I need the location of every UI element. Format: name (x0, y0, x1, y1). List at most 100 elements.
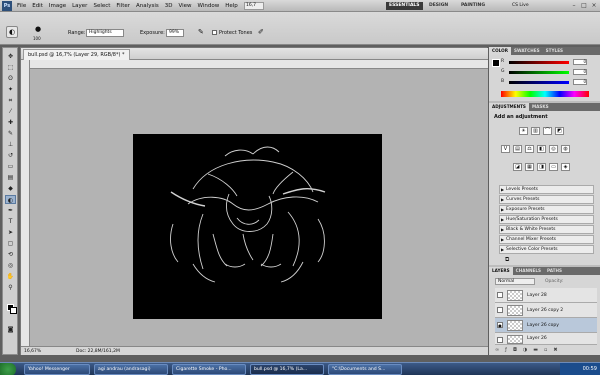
3d-rotate-tool-icon[interactable]: ⟲ (5, 250, 16, 259)
task-chat[interactable]: agi andrau (andrasagi) (94, 364, 168, 375)
visibility-toggle[interactable] (497, 337, 503, 343)
menu-help[interactable]: Help (222, 0, 241, 12)
start-button[interactable] (0, 363, 16, 375)
canvas-area[interactable] (30, 69, 488, 346)
close-icon[interactable]: × (590, 1, 598, 10)
menu-view[interactable]: View (175, 0, 194, 12)
clip-icon[interactable]: ⧉ (505, 256, 509, 264)
tab-channels[interactable]: CHANNELS (513, 267, 544, 275)
tab-styles[interactable]: STYLES (543, 47, 566, 55)
preset-hue-saturation[interactable]: Hue/Saturation Presets (499, 215, 594, 224)
hue-saturation-icon[interactable]: ▤ (513, 145, 522, 153)
color-slider-g[interactable]: G 0 (501, 69, 593, 76)
slider-g-value[interactable]: 0 (573, 69, 587, 75)
zoom-level[interactable]: 16,67% (24, 347, 41, 356)
preset-curves[interactable]: Curves Presets (499, 195, 594, 204)
slider-r-value[interactable]: 0 (573, 59, 587, 65)
black-white-icon[interactable]: ◧ (537, 145, 546, 153)
healing-brush-tool-icon[interactable]: ✚ (5, 118, 16, 127)
workspace-essentials[interactable]: ESSENTIALS (386, 2, 423, 10)
brightness-icon[interactable]: ☀ (519, 127, 528, 135)
pen-tool-icon[interactable]: ✒ (5, 206, 16, 215)
exposure-input[interactable]: 99% (166, 29, 184, 37)
menu-3d[interactable]: 3D (162, 0, 176, 12)
brush-preview-icon[interactable]: ● (32, 25, 44, 35)
layer-row[interactable]: Layer 28 (495, 288, 597, 303)
blend-mode-select[interactable]: Normal (495, 278, 535, 285)
channel-mixer-icon[interactable]: ◍ (561, 145, 570, 153)
visibility-toggle[interactable] (497, 292, 503, 298)
mask-icon[interactable]: ◘ (513, 347, 523, 353)
vibrance-icon[interactable]: V (501, 145, 510, 153)
maximize-icon[interactable]: □ (580, 1, 588, 10)
threshold-icon[interactable]: ◨ (537, 163, 546, 171)
range-select[interactable]: Highlights (86, 29, 124, 37)
invert-icon[interactable]: ◪ (513, 163, 522, 171)
curves-icon[interactable]: ⌒ (543, 127, 552, 135)
menu-analysis[interactable]: Analysis (133, 0, 162, 12)
move-tool-icon[interactable]: ✥ (5, 52, 16, 61)
color-swatch-fg[interactable] (492, 59, 500, 67)
preset-exposure[interactable]: Exposure Presets (499, 205, 594, 214)
menu-window[interactable]: Window (195, 0, 223, 12)
menu-file[interactable]: File (14, 0, 29, 12)
eyedropper-tool-icon[interactable]: ⁄ (5, 107, 16, 116)
airbrush-icon[interactable]: ✎ (198, 28, 206, 37)
gradient-tool-icon[interactable]: ▤ (5, 173, 16, 182)
3d-orbit-tool-icon[interactable]: ◎ (5, 261, 16, 270)
preset-channel-mixer[interactable]: Channel Mixer Presets (499, 235, 594, 244)
slider-b-value[interactable]: 0 (573, 79, 587, 85)
menu-image[interactable]: Image (46, 0, 69, 12)
blur-tool-icon[interactable]: ◆ (5, 184, 16, 193)
menu-select[interactable]: Select (90, 0, 113, 12)
color-spectrum[interactable] (501, 91, 589, 97)
layer-row[interactable]: Layer 26 (495, 333, 597, 345)
preset-levels[interactable]: Levels Presets (499, 185, 594, 194)
color-slider-b[interactable]: B 0 (501, 79, 593, 86)
eye-icon[interactable]: ● (497, 322, 503, 328)
brush-tool-icon[interactable]: ✎ (5, 129, 16, 138)
zoom-tool-icon[interactable]: ⚲ (5, 283, 16, 292)
quick-select-tool-icon[interactable]: ✦ (5, 85, 16, 94)
task-documents[interactable]: "C:\Documents and S... (328, 364, 402, 375)
menu-edit[interactable]: Edit (29, 0, 46, 12)
visibility-toggle[interactable] (497, 307, 503, 313)
protect-tones-checkbox[interactable] (212, 30, 217, 35)
document-tab[interactable]: bull.psd @ 16,7% (Layer 29, RGB/8*) * (23, 49, 130, 60)
tab-layers[interactable]: LAYERS (489, 267, 513, 275)
photo-filter-icon[interactable]: ◎ (549, 145, 558, 153)
layer-row[interactable]: ● Layer 26 copy (495, 318, 597, 333)
artwork-canvas[interactable] (133, 134, 382, 319)
marquee-tool-icon[interactable]: ⬚ (5, 63, 16, 72)
task-cigarette-smoke[interactable]: Cigarette Smoke - Pho... (172, 364, 246, 375)
menu-filter[interactable]: Filter (113, 0, 133, 12)
layer-row[interactable]: Layer 26 copy 2 (495, 303, 597, 318)
color-balance-icon[interactable]: ⚖ (525, 145, 534, 153)
trash-icon[interactable]: ✖ (553, 347, 563, 353)
selective-color-icon[interactable]: ◈ (561, 163, 570, 171)
history-brush-tool-icon[interactable]: ↺ (5, 151, 16, 160)
minimize-icon[interactable]: – (570, 1, 578, 10)
preset-selective-color[interactable]: Selective Color Presets (499, 245, 594, 254)
menu-layer[interactable]: Layer (69, 0, 90, 12)
crop-tool-icon[interactable]: ⌗ (5, 96, 16, 105)
task-yahoo-messenger[interactable]: Yahoo! Messenger (24, 364, 90, 375)
path-select-tool-icon[interactable]: ➤ (5, 228, 16, 237)
type-tool-icon[interactable]: T (5, 217, 16, 226)
slider-r-track[interactable] (509, 61, 569, 64)
group-icon[interactable]: ▬ (533, 347, 544, 353)
fx-icon[interactable]: ƒ (505, 347, 513, 353)
tab-paths[interactable]: PATHS (544, 267, 565, 275)
tab-color[interactable]: COLOR (489, 47, 511, 55)
quick-mask-icon[interactable]: ◙ (5, 325, 16, 334)
workspace-painting[interactable]: PAINTING (458, 2, 488, 10)
background-color-swatch[interactable] (10, 307, 17, 314)
exposure-icon[interactable]: ◩ (555, 127, 564, 135)
task-bull-psd[interactable]: bull.psd @ 16,7% (La... (250, 364, 324, 375)
levels-icon[interactable]: ▥ (531, 127, 540, 135)
lasso-tool-icon[interactable]: ʘ (5, 74, 16, 83)
gradient-map-icon[interactable]: ▭ (549, 163, 558, 171)
tab-masks[interactable]: MASKS (529, 103, 552, 111)
color-slider-r[interactable]: R 0 (501, 59, 593, 66)
preset-black-white[interactable]: Black & White Presets (499, 225, 594, 234)
